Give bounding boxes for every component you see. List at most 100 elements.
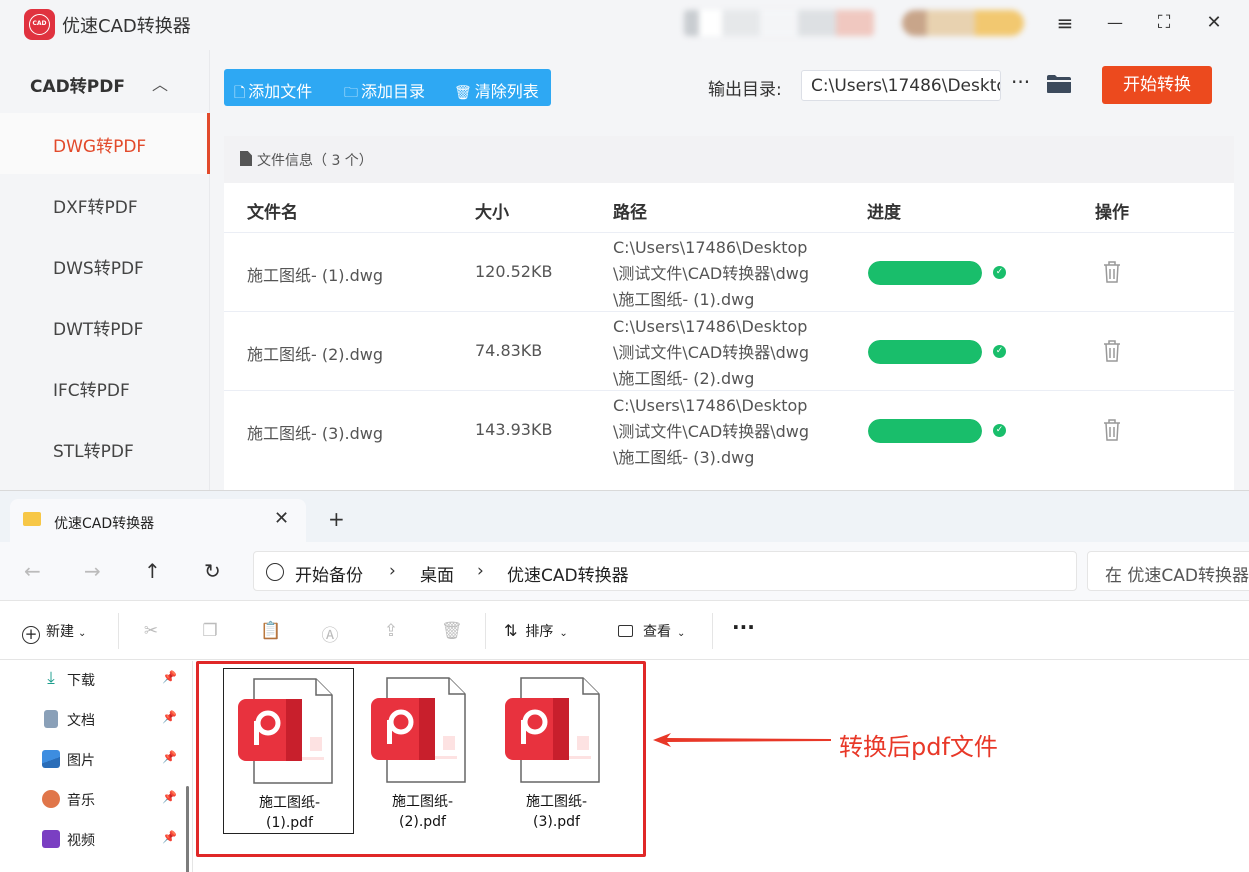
file-info-icon [240, 151, 252, 166]
clear-list-button[interactable]: 🗑 清除列表 [454, 78, 539, 102]
backup-cloud-icon [266, 563, 284, 581]
nav-item-documents[interactable]: 文档 📌 [42, 705, 182, 735]
file-name-line: 施工图纸- [258, 795, 321, 811]
annotation-arrow-icon [653, 733, 831, 747]
sidebar-item-dxf-to-pdf[interactable]: DXF转PDF [0, 174, 210, 235]
refresh-icon[interactable]: ↻ [204, 559, 221, 583]
download-icon: ⤓ [47, 668, 55, 688]
sidebar-item-label: IFC转PDF [53, 381, 130, 401]
pin-icon[interactable]: 📌 [162, 670, 177, 684]
breadcrumb-item[interactable]: 优速CAD转换器 [507, 561, 629, 586]
output-directory-field[interactable]: C:\Users\17486\Desktop [801, 70, 1001, 101]
explorer-tab-strip: 优速CAD转换器 ✕ + [0, 491, 1249, 542]
title-bar: CAD 优速CAD转换器 ≡ — ⛶ ✕ [0, 0, 1249, 50]
chevron-up-icon[interactable]: ︿ [152, 71, 168, 95]
nav-item-label: 图片 [67, 753, 95, 769]
breadcrumb-item[interactable]: 开始备份 [295, 561, 363, 586]
up-arrow-icon[interactable]: ↑ [144, 559, 161, 583]
pin-icon[interactable]: 📌 [162, 790, 177, 804]
sidebar-item-ifc-to-pdf[interactable]: IFC转PDF [0, 357, 210, 418]
close-icon[interactable]: ✕ [1199, 10, 1229, 36]
add-file-button[interactable]: 🗋 添加文件 [234, 78, 312, 106]
explorer-tab[interactable]: 优速CAD转换器 ✕ [10, 499, 306, 542]
nav-item-downloads[interactable]: ⤓ 下载 📌 [42, 665, 182, 695]
column-header-size: 大小 [475, 203, 509, 223]
pin-icon[interactable]: 📌 [162, 710, 177, 724]
trash-icon: 🗑 [454, 85, 472, 101]
file-info-bar: 文件信息（ 3 个） [224, 136, 1234, 183]
file-name: 施工图纸- (2).dwg [247, 345, 384, 364]
sidebar-group-cad-to-pdf[interactable]: CAD转PDF ︿ [0, 64, 210, 100]
nav-item-pictures[interactable]: 图片 📌 [42, 745, 182, 775]
nav-item-music[interactable]: 音乐 📌 [42, 785, 182, 815]
progress-bar [868, 419, 982, 443]
file-name-label: 施工图纸- (2).pdf [357, 792, 488, 832]
sidebar-item-dwg-to-pdf[interactable]: DWG转PDF [0, 113, 210, 174]
delete-icon[interactable] [1102, 339, 1122, 363]
sidebar-item-dwt-to-pdf[interactable]: DWT转PDF [0, 296, 210, 357]
more-options-icon[interactable]: ··· [1011, 70, 1030, 94]
tab-close-icon[interactable]: ✕ [274, 508, 289, 529]
copy-icon[interactable]: ❐ [200, 621, 220, 641]
new-button[interactable]: + 新建 ⌄ [22, 621, 86, 644]
progress-fill [868, 340, 982, 364]
new-tab-icon[interactable]: + [328, 507, 345, 531]
breadcrumb-item[interactable]: 桌面 [420, 561, 454, 586]
open-folder-icon[interactable] [1046, 74, 1072, 94]
file-toolbar: 🗋 添加文件 🗀 添加目录 🗑 清除列表 [224, 69, 551, 106]
file-path: C:\Users\17486\Desktop \测试文件\CAD转换器\dwg … [613, 393, 853, 471]
start-convert-button[interactable]: 开始转换 [1102, 66, 1212, 104]
pin-icon[interactable]: 📌 [162, 750, 177, 764]
sidebar-item-dws-to-pdf[interactable]: DWS转PDF [0, 235, 210, 296]
sort-icon: ⇅ [504, 621, 518, 640]
file-name-label: 施工图纸- (3).pdf [491, 792, 622, 832]
table-row: 施工图纸- (1).dwg 120.52KB C:\Users\17486\De… [224, 232, 1234, 311]
check-circle-icon: ✓ [993, 345, 1006, 358]
delete-icon[interactable] [1102, 260, 1122, 284]
file-path-line: \测试文件\CAD转换器\dwg [613, 264, 810, 283]
scrollbar[interactable] [186, 786, 189, 872]
explorer-nav-bar: ← → ↑ ↻ 开始备份 › 桌面 › 优速CAD转换器 在 优速CAD转换器 … [0, 542, 1249, 601]
app-title: 优速CAD转换器 [62, 16, 191, 37]
table-row: 施工图纸- (2).dwg 74.83KB C:\Users\17486\Des… [224, 311, 1234, 390]
breadcrumb-separator: › [477, 561, 484, 581]
column-header-action: 操作 [1095, 203, 1129, 223]
sort-button[interactable]: ⇅ 排序 ⌄ [504, 621, 568, 641]
file-list-panel: 文件信息（ 3 个） 文件名 大小 路径 进度 操作 施工图纸- (1).dwg… [224, 136, 1234, 490]
file-size: 120.52KB [475, 262, 553, 281]
minimize-icon[interactable]: — [1100, 10, 1130, 36]
address-bar[interactable]: 开始备份 › 桌面 › 优速CAD转换器 [253, 551, 1077, 591]
file-count-label: 文件信息（ 3 个） [257, 153, 373, 169]
pdf-file-item[interactable]: 施工图纸- (2).pdf [357, 668, 488, 834]
forward-arrow-icon[interactable]: → [84, 559, 101, 583]
pdf-file-item[interactable]: 施工图纸- (3).pdf [491, 668, 622, 834]
add-directory-button[interactable]: 🗀 添加目录 [344, 78, 425, 106]
delete-icon[interactable]: 🗑 [441, 621, 463, 641]
back-arrow-icon[interactable]: ← [24, 559, 41, 583]
pdf-file-item[interactable]: 施工图纸- (1).pdf [223, 668, 354, 834]
pin-icon[interactable]: 📌 [162, 830, 177, 844]
sidebar-item-stl-to-pdf[interactable]: STL转PDF [0, 418, 210, 479]
menu-icon[interactable]: ≡ [1050, 10, 1080, 36]
file-path-line: C:\Users\17486\Desktop [613, 396, 808, 415]
paste-icon[interactable]: 📋 [260, 621, 281, 641]
command-divider [485, 613, 486, 649]
view-button[interactable]: 查看 ⌄ [618, 621, 685, 641]
cut-icon[interactable]: ✂ [141, 621, 161, 641]
more-options-icon[interactable]: ··· [732, 615, 755, 639]
rename-icon[interactable]: Ⓐ [320, 621, 340, 646]
share-icon[interactable]: ⇪ [381, 621, 401, 641]
blurred-user-info [684, 10, 874, 36]
view-icon [618, 625, 633, 637]
app-logo-text: CAD [29, 14, 50, 35]
search-input[interactable]: 在 优速CAD转换器 中搜索 [1087, 551, 1249, 591]
file-path-line: C:\Users\17486\Desktop [613, 238, 808, 257]
sidebar-item-label: DWG转PDF [53, 137, 147, 157]
nav-item-label: 视频 [67, 833, 95, 849]
nav-item-videos[interactable]: 视频 📌 [42, 825, 182, 855]
maximize-icon[interactable]: ⛶ [1149, 10, 1179, 36]
file-path: C:\Users\17486\Desktop \测试文件\CAD转换器\dwg … [613, 314, 853, 392]
file-path-line: C:\Users\17486\Desktop [613, 317, 808, 336]
delete-icon[interactable] [1102, 418, 1122, 442]
clear-list-label: 清除列表 [474, 82, 539, 101]
